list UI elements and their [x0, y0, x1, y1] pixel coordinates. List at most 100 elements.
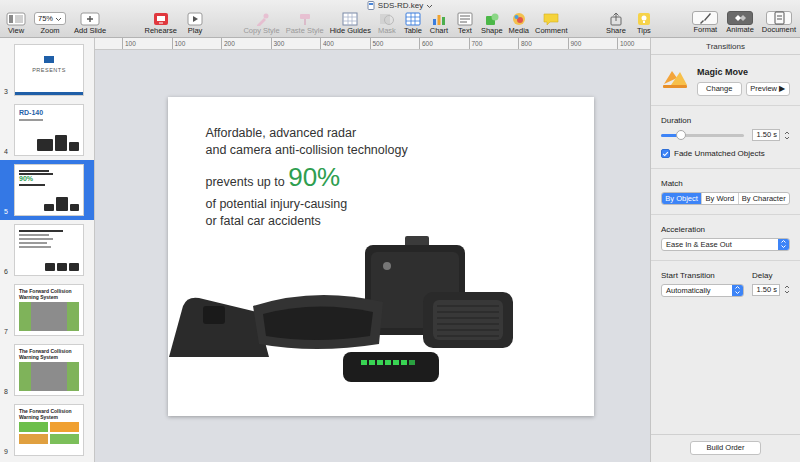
toolbar-button[interactable]: Hide Guides [328, 11, 373, 36]
shape-icon [482, 12, 502, 26]
thumb-footer-bar [15, 92, 83, 95]
toolbar-button: Copy Style [241, 11, 281, 36]
ruler-tick: 700 [469, 38, 519, 49]
thumb-device [37, 139, 53, 151]
inspector-title: Transitions [651, 38, 800, 55]
animate-icon [730, 11, 750, 25]
duration-slider[interactable] [661, 134, 744, 137]
slide-thumbnail-row[interactable]: 6 [0, 220, 94, 280]
slide-thumbnail-row[interactable]: 4RD-140 [0, 100, 94, 160]
thumb-road-picture [19, 362, 79, 391]
thumb-title: RD-140 [19, 109, 79, 117]
toolbar-button-icon-box [482, 11, 502, 26]
thumb-device [55, 135, 67, 151]
fade-checkbox[interactable] [661, 149, 670, 158]
toolbar-button-label: Format [693, 25, 717, 35]
slide[interactable]: Affordable, advanced radarand camera ant… [168, 97, 594, 416]
thumb-picture [50, 434, 79, 444]
duration-slider-knob[interactable] [676, 130, 686, 140]
duration-field[interactable]: 1.50 s [752, 129, 780, 141]
start-popup-value: Automatically [662, 285, 732, 296]
toolbar-buttons: View75%ZoomAdd Slide RehearsePlay Copy Sty… [0, 11, 800, 37]
toolbar-button[interactable]: Share [604, 11, 628, 36]
play-icon [185, 12, 205, 26]
slide-number: 3 [4, 88, 14, 100]
toolbar-button-label: Document [762, 25, 796, 35]
change-button[interactable]: Change [697, 82, 742, 96]
delay-field[interactable]: 1.50 s [752, 284, 780, 296]
toolbar-button[interactable]: Shape [479, 11, 505, 36]
toolbar-button-icon-box [295, 11, 315, 26]
toolbar-button[interactable]: Tips [632, 11, 656, 36]
toolbar-button[interactable]: Format [690, 11, 720, 35]
match-option[interactable]: By Character [738, 193, 789, 204]
toolbar-group: RehearsePlay [143, 11, 208, 36]
toolbar-button[interactable]: Chart [427, 11, 451, 36]
effect-section: Magic Move Change Preview ▶ [651, 55, 800, 106]
zoom-field[interactable]: 75% [34, 12, 66, 25]
thumb-picture [50, 422, 79, 432]
slide-thumbnail-row[interactable]: 8The Forward Collision Warning System [0, 340, 94, 400]
preview-button[interactable]: Preview ▶ [746, 82, 791, 96]
slide-text-box[interactable]: Affordable, advanced radarand camera ant… [206, 125, 594, 230]
toolbar-button-icon-box [455, 11, 475, 26]
slide-thumbnail-row[interactable]: 3PRESENTS [0, 40, 94, 100]
slide-number: 6 [4, 268, 14, 280]
slide-thumbnail[interactable]: RD-140 [14, 104, 84, 156]
add-slide-icon [80, 12, 100, 26]
toolbar-button[interactable]: Animate [724, 11, 756, 35]
thumb-line [19, 234, 49, 236]
toolbar-button: Mask [375, 11, 399, 36]
keynote-file-icon [367, 1, 375, 10]
toolbar-button-label: Share [606, 26, 626, 36]
thumb-line [19, 230, 63, 232]
slide-thumbnail[interactable]: The Forward Collision Warning System [14, 344, 84, 396]
thumb-device [69, 263, 79, 271]
toolbar-button[interactable]: 75%Zoom [32, 11, 68, 36]
slide-thumbnail[interactable]: The Forward Collision Warning System [14, 404, 84, 456]
toolbar: SDS-RD.keyView75%ZoomAdd SlideRehearsePl… [0, 0, 800, 38]
thumb-device [44, 204, 54, 211]
toolbar-button[interactable]: Rehearse [143, 11, 180, 36]
start-label: Start Transition [661, 271, 744, 281]
product-photo[interactable] [168, 236, 594, 386]
slide-thumbnail-row[interactable]: 590% [0, 160, 94, 220]
match-option[interactable]: By Word [701, 193, 737, 204]
delay-column: Delay1.50 s [752, 271, 790, 297]
toolbar-button[interactable]: Play [183, 11, 207, 36]
toolbar-button[interactable]: Comment [533, 11, 570, 36]
ruler-tick: 300 [271, 38, 321, 49]
popup-arrows-icon [780, 239, 787, 249]
toolbar-button[interactable]: Media [507, 11, 531, 36]
effect-name: Magic Move [697, 67, 790, 78]
start-popup[interactable]: Automatically [661, 284, 744, 297]
duration-section: Duration1.50 sFade Unmatched Objects [651, 106, 800, 169]
toolbar-button[interactable]: View [4, 11, 28, 36]
toolbar-button[interactable]: Text [453, 11, 477, 36]
thumb-line [19, 242, 47, 244]
zoom-chevron-icon [55, 16, 62, 22]
slide-thumbnail[interactable]: PRESENTS [14, 44, 84, 96]
slide-thumbnail-row[interactable]: 9The Forward Collision Warning System [0, 400, 94, 460]
toolbar-button-icon-box [340, 11, 360, 26]
toolbar-group: View75%ZoomAdd Slide [4, 11, 108, 36]
fade-option[interactable]: Fade Unmatched Objects [661, 149, 790, 159]
acceleration-popup[interactable]: Ease In & Ease Out [661, 238, 790, 251]
toolbar-button[interactable]: Table [401, 11, 425, 36]
toolbar-button[interactable]: Add Slide [72, 11, 108, 36]
view-icon [6, 12, 26, 26]
ruler-tick: 100 [172, 38, 222, 49]
slide-thumbnail[interactable]: The Forward Collision Warning System [14, 284, 84, 336]
slide-stage: Affordable, advanced radarand camera ant… [95, 50, 650, 462]
slide-text: or fatal car accidents [206, 214, 321, 228]
toolbar-button-label: Hide Guides [330, 26, 371, 36]
match-option[interactable]: By Object [662, 193, 701, 204]
slide-thumbnail[interactable]: 90% [14, 164, 84, 216]
toolbar-button[interactable]: Document [760, 11, 798, 35]
toolbar-button-icon-box [429, 11, 449, 26]
slide-thumbnail[interactable] [14, 224, 84, 276]
build-order-button[interactable]: Build Order [690, 441, 762, 455]
thumb-device [45, 263, 55, 271]
slide-thumbnail-row[interactable]: 7The Forward Collision Warning System [0, 280, 94, 340]
thumb-line [19, 246, 51, 248]
